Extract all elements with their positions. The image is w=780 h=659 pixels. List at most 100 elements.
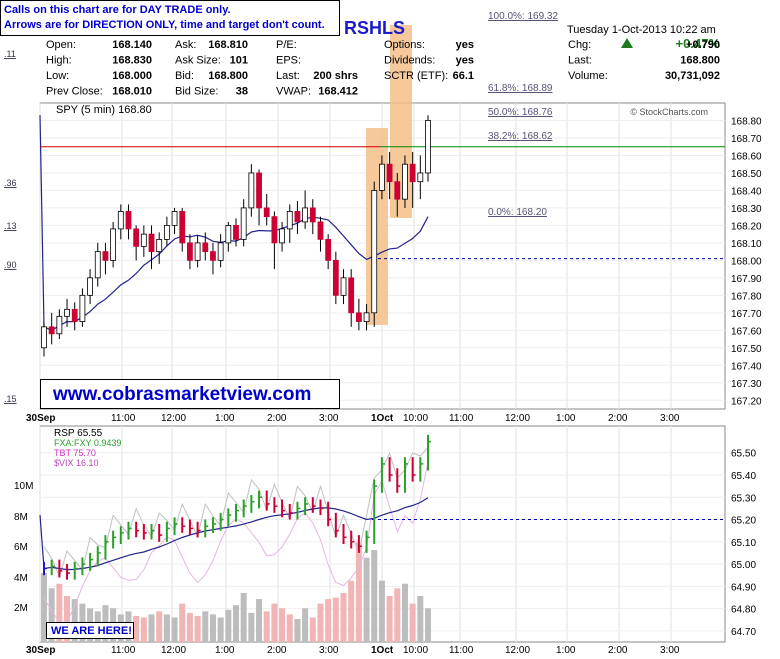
candle-body: [140, 233, 147, 247]
x-axis-label: 11:00: [449, 645, 474, 656]
y-axis-tick: 65.50: [731, 449, 756, 460]
x-axis-label: 1:00: [556, 413, 576, 424]
x-axis-label: 3:00: [319, 645, 339, 656]
y-axis-tick: 167.20: [731, 396, 762, 407]
header-title-fragment: RSHLS: [344, 18, 405, 38]
volume-bar: [363, 557, 370, 642]
candle-body: [148, 233, 155, 253]
quote-value: 30,731,092: [665, 70, 720, 82]
x-axis-label: 1:00: [556, 645, 576, 656]
fxa-legend: FXA:FXY 0.9439: [54, 438, 121, 448]
x-axis-label: 1:00: [215, 645, 235, 656]
volume-bar: [409, 603, 416, 642]
y-axis-tick: 168.40: [731, 186, 762, 197]
x-axis-label: 11:00: [449, 413, 474, 424]
candle-body: [48, 326, 55, 335]
x-axis-label: 10:00: [403, 645, 428, 656]
y-axis-tick: 65.10: [731, 538, 756, 549]
y-axis-tick: 168.80: [731, 116, 762, 127]
candle-body: [102, 251, 109, 261]
chart-canvas: 30Sep 30Sep 11:00 11:00 12:00 12:00 1:00 1:00 2:…: [4, 11, 762, 656]
note-line-2: Arrows are for DIRECTION ONLY, time and …: [4, 19, 325, 31]
x-axis-label: 2:00: [267, 413, 287, 424]
y-axis-tick: 64.70: [731, 627, 756, 638]
candle-body: [179, 211, 186, 244]
candle-body: [425, 120, 431, 174]
volume-bar: [425, 608, 431, 642]
y-axis-tick: 64.90: [731, 582, 756, 593]
y-axis-tick: 168.10: [731, 239, 762, 250]
candle-body: [279, 228, 285, 244]
volume-bar: [233, 605, 239, 642]
volume-bar: [248, 612, 255, 642]
candle-body: [41, 326, 47, 349]
x-axis-label: 3:00: [660, 413, 680, 424]
vix-legend: $VIX 16.10: [54, 458, 99, 468]
candle-body: [125, 211, 132, 230]
candle-body: [163, 224, 170, 240]
volume-bar: [202, 611, 209, 642]
volume-bar: [309, 617, 316, 642]
y-axis-tick: 167.80: [731, 291, 762, 302]
candle-body: [225, 224, 232, 244]
volume-bar: [417, 596, 424, 642]
quote-value: 168.810: [208, 39, 248, 51]
quote-label: High:: [46, 55, 72, 67]
volume-bar: [156, 611, 163, 642]
volume-axis-tick: 2M: [14, 603, 28, 614]
quote-table: Open: 168.140 Ask: 168.810 P/E: Options: yes Ch…: [46, 39, 720, 98]
volume-bar: [263, 611, 270, 642]
y-axis-tick: 167.60: [731, 326, 762, 337]
x-axis-label: 2:00: [608, 413, 628, 424]
tbt-legend: TBT 75.70: [54, 448, 96, 458]
candle-body: [325, 238, 332, 261]
quote-label: P/E:: [276, 39, 297, 51]
x-axis-label: 12:00: [161, 413, 186, 424]
left-axis-tick: .90: [4, 260, 17, 270]
quote-label: Bid:: [175, 70, 194, 82]
volume-bar: [355, 542, 362, 642]
website-banner[interactable]: www.cobrasmarketview.com: [40, 379, 340, 409]
candle-body: [94, 251, 101, 279]
quote-value: 168.000: [112, 70, 152, 82]
candle-body: [379, 163, 385, 191]
volume-bar: [209, 614, 216, 642]
candle-body: [309, 207, 316, 223]
candle-body: [340, 277, 347, 296]
quote-label: EPS:: [276, 55, 301, 67]
x-axis-label: 3:00: [660, 645, 680, 656]
candle-body: [217, 242, 224, 261]
volume-bar: [179, 603, 186, 642]
note-line-1: Calls on this chart are for DAY TRADE on…: [4, 4, 231, 16]
spy-legend: SPY (5 min) 168.80: [56, 104, 152, 116]
left-axis-tick: .36: [4, 178, 17, 188]
candle-body: [409, 163, 416, 183]
quote-label: Bid Size:: [175, 86, 218, 98]
candle-body: [286, 211, 293, 230]
volume-bar: [371, 550, 378, 642]
candle-body: [271, 216, 278, 244]
volume-bar: [148, 614, 155, 642]
x-axis-label: 12:00: [505, 413, 530, 424]
x-axis-label: 30Sep: [26, 645, 55, 656]
candle-body: [233, 224, 239, 240]
candle-body: [79, 294, 86, 322]
quote-label: Open:: [46, 39, 76, 51]
quote-label: Prev Close:: [46, 86, 103, 98]
quote-label: VWAP:: [276, 86, 311, 98]
volume-bar: [332, 597, 339, 642]
volume-bar: [279, 608, 286, 642]
y-axis-tick: 65.00: [731, 560, 756, 571]
volume-bar: [340, 592, 347, 642]
candle-body: [210, 251, 216, 261]
volume-bar: [325, 599, 332, 642]
candle-body: [156, 238, 163, 253]
quote-label: Last:: [568, 55, 592, 67]
candle-body: [56, 315, 63, 335]
quote-value: yes: [456, 55, 474, 67]
disclaimer-note: Calls on this chart are for DAY TRADE on…: [0, 0, 340, 36]
volume-bar: [271, 603, 278, 642]
x-axis-label: 10:00: [403, 413, 428, 424]
volume-bar: [217, 617, 224, 642]
quote-label: Chg:: [568, 39, 591, 51]
